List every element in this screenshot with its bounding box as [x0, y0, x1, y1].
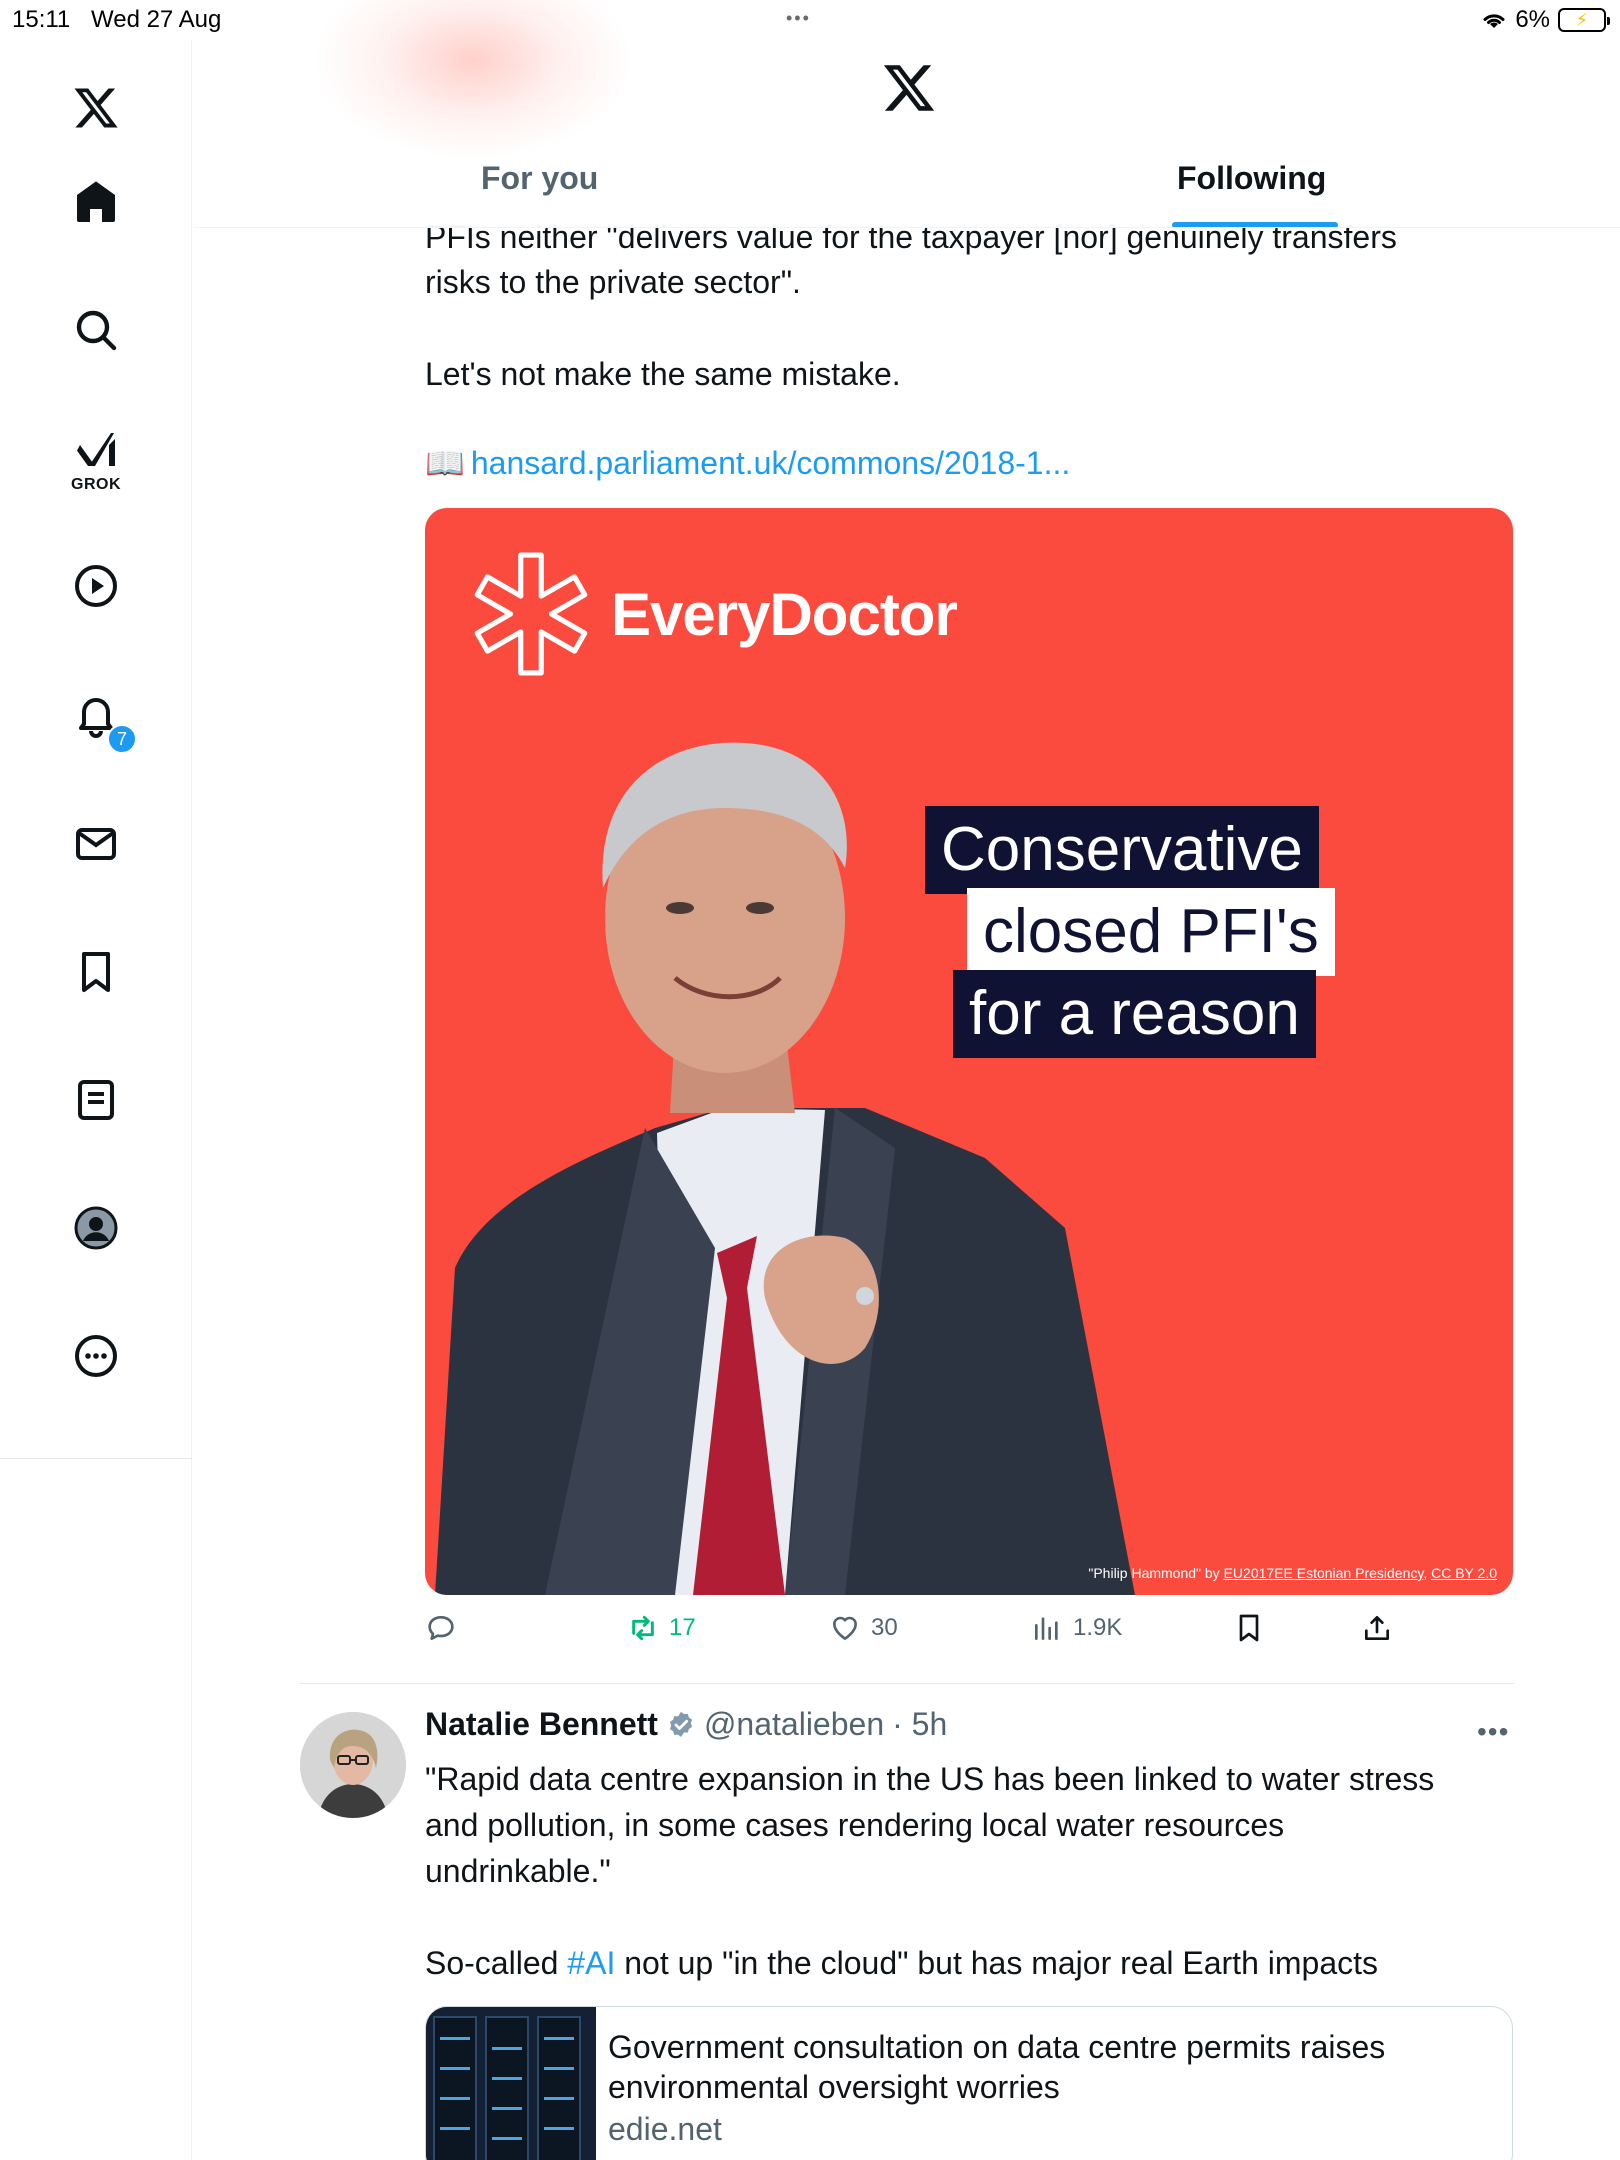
battery-charging-icon: ⚡ — [1558, 8, 1610, 32]
tweet-link[interactable]: 📖 hansard.parliament.uk/commons/2018-1... — [425, 444, 1070, 482]
bookmark-icon — [82, 952, 110, 992]
retweet-icon — [632, 1615, 654, 1641]
heart-icon — [833, 1616, 857, 1640]
image-credit: "Philip Hammond" by EU2017EE Estonian Pr… — [1088, 1565, 1497, 1581]
tweet-text-line: undrinkable." — [425, 1853, 611, 1889]
sidebar-item-home[interactable] — [56, 162, 136, 242]
credit-author-link[interactable]: EU2017EE Estonian Presidency — [1224, 1565, 1424, 1581]
tab-for-you[interactable]: For you — [481, 160, 598, 197]
active-tab-indicator — [1172, 222, 1338, 227]
avatar[interactable] — [300, 1712, 406, 1818]
sidebar-item-messages[interactable] — [56, 804, 136, 884]
grok-label: GROK — [71, 476, 121, 493]
envelope-icon — [76, 828, 116, 860]
slogan-line: closed PFI's — [967, 888, 1335, 976]
avatar-photo — [300, 1712, 406, 1818]
status-date: Wed 27 Aug — [91, 6, 222, 33]
slogan-line: for a reason — [953, 970, 1316, 1058]
tweet-image[interactable]: EveryDoctor Conservative closed PFI's fo… — [425, 508, 1513, 1595]
bookmark-icon — [1239, 1614, 1259, 1642]
book-icon: 📖 — [425, 445, 465, 481]
views-chart-icon — [1035, 1617, 1058, 1640]
sidebar-item-profile[interactable] — [56, 1188, 136, 1268]
reply-icon — [428, 1616, 454, 1640]
link-card[interactable]: Government consultation on data centre p… — [425, 2006, 1513, 2160]
play-icon — [75, 565, 117, 607]
tab-following[interactable]: Following — [1177, 160, 1326, 197]
share-button[interactable] — [1361, 1612, 1393, 1644]
notifications-badge: 7 — [107, 724, 137, 754]
tweet-text-line: risks to the private sector". — [425, 264, 801, 300]
sidebar-item-more[interactable] — [56, 1316, 136, 1396]
tweet-actions: 17 30 1.9K — [425, 1612, 1515, 1656]
multitasking-dots[interactable]: ••• — [786, 8, 811, 29]
sidebar-item-videos[interactable] — [56, 546, 136, 626]
retweet-button[interactable]: 17 — [627, 1612, 696, 1644]
tweet-text-line: "Rapid data centre expansion in the US h… — [425, 1761, 1435, 1797]
wifi-icon — [1483, 14, 1505, 28]
retweet-count: 17 — [669, 1614, 696, 1641]
status-bar: 15:11 Wed 27 Aug ••• 6% ⚡ — [0, 0, 1620, 40]
sidebar-divider — [0, 1458, 192, 1459]
share-icon — [1365, 1616, 1389, 1640]
search-icon — [76, 310, 117, 351]
sidebar: GROK 7 — [0, 40, 192, 2160]
list-icon — [78, 1080, 114, 1120]
link-card-domain: edie.net — [608, 2111, 722, 2147]
x-logo-icon — [74, 88, 118, 128]
server-rack-image — [426, 2007, 596, 2160]
verified-badge-icon[interactable] — [666, 1710, 696, 1740]
tweet-divider — [300, 1683, 1514, 1684]
tweet-text-line: and pollution, in some cases rendering l… — [425, 1807, 1285, 1843]
author-name[interactable]: Natalie Bennett — [425, 1706, 658, 1743]
battery-percent: 6% — [1515, 6, 1550, 33]
like-count: 30 — [871, 1614, 898, 1641]
tweet-author-line: Natalie Bennett @natalieben · 5h — [425, 1706, 947, 1743]
link-card-thumbnail — [426, 2007, 596, 2160]
link-text[interactable]: hansard.parliament.uk/commons/2018-1... — [471, 445, 1070, 481]
tweet-text-paragraph: Let's not make the same mistake. — [425, 356, 901, 392]
credit-license-link[interactable]: CC BY 2.0 — [1431, 1565, 1497, 1581]
status-right: 6% ⚡ — [1481, 6, 1610, 34]
status-time: 15:11 — [12, 6, 71, 33]
sidebar-item-search[interactable] — [56, 290, 136, 370]
views-button[interactable]: 1.9K — [1031, 1612, 1122, 1644]
slogan-line: Conservative — [925, 806, 1319, 894]
x-logo[interactable] — [56, 68, 136, 148]
more-circle-icon — [75, 1335, 117, 1377]
grok-icon — [77, 433, 115, 466]
profile-avatar-icon — [74, 1206, 118, 1250]
more-options-icon[interactable]: ••• — [1477, 1716, 1509, 1748]
tweet-timestamp[interactable]: · 5h — [892, 1706, 947, 1743]
home-icon — [77, 181, 115, 222]
reply-button[interactable] — [425, 1612, 457, 1644]
like-button[interactable]: 30 — [829, 1612, 898, 1644]
sidebar-item-lists[interactable] — [56, 1060, 136, 1140]
sidebar-item-bookmarks[interactable] — [56, 932, 136, 1012]
link-card-title: Government consultation on data centre p… — [608, 2029, 1386, 2105]
hashtag-link[interactable]: #AI — [567, 1945, 615, 1981]
x-logo-icon[interactable] — [881, 60, 937, 116]
author-handle[interactable]: @natalieben — [704, 1706, 884, 1743]
tweet-text-paragraph: So-called #AI not up "in the cloud" but … — [425, 1945, 1378, 1981]
views-count: 1.9K — [1073, 1614, 1123, 1641]
bookmark-button[interactable] — [1233, 1612, 1265, 1644]
